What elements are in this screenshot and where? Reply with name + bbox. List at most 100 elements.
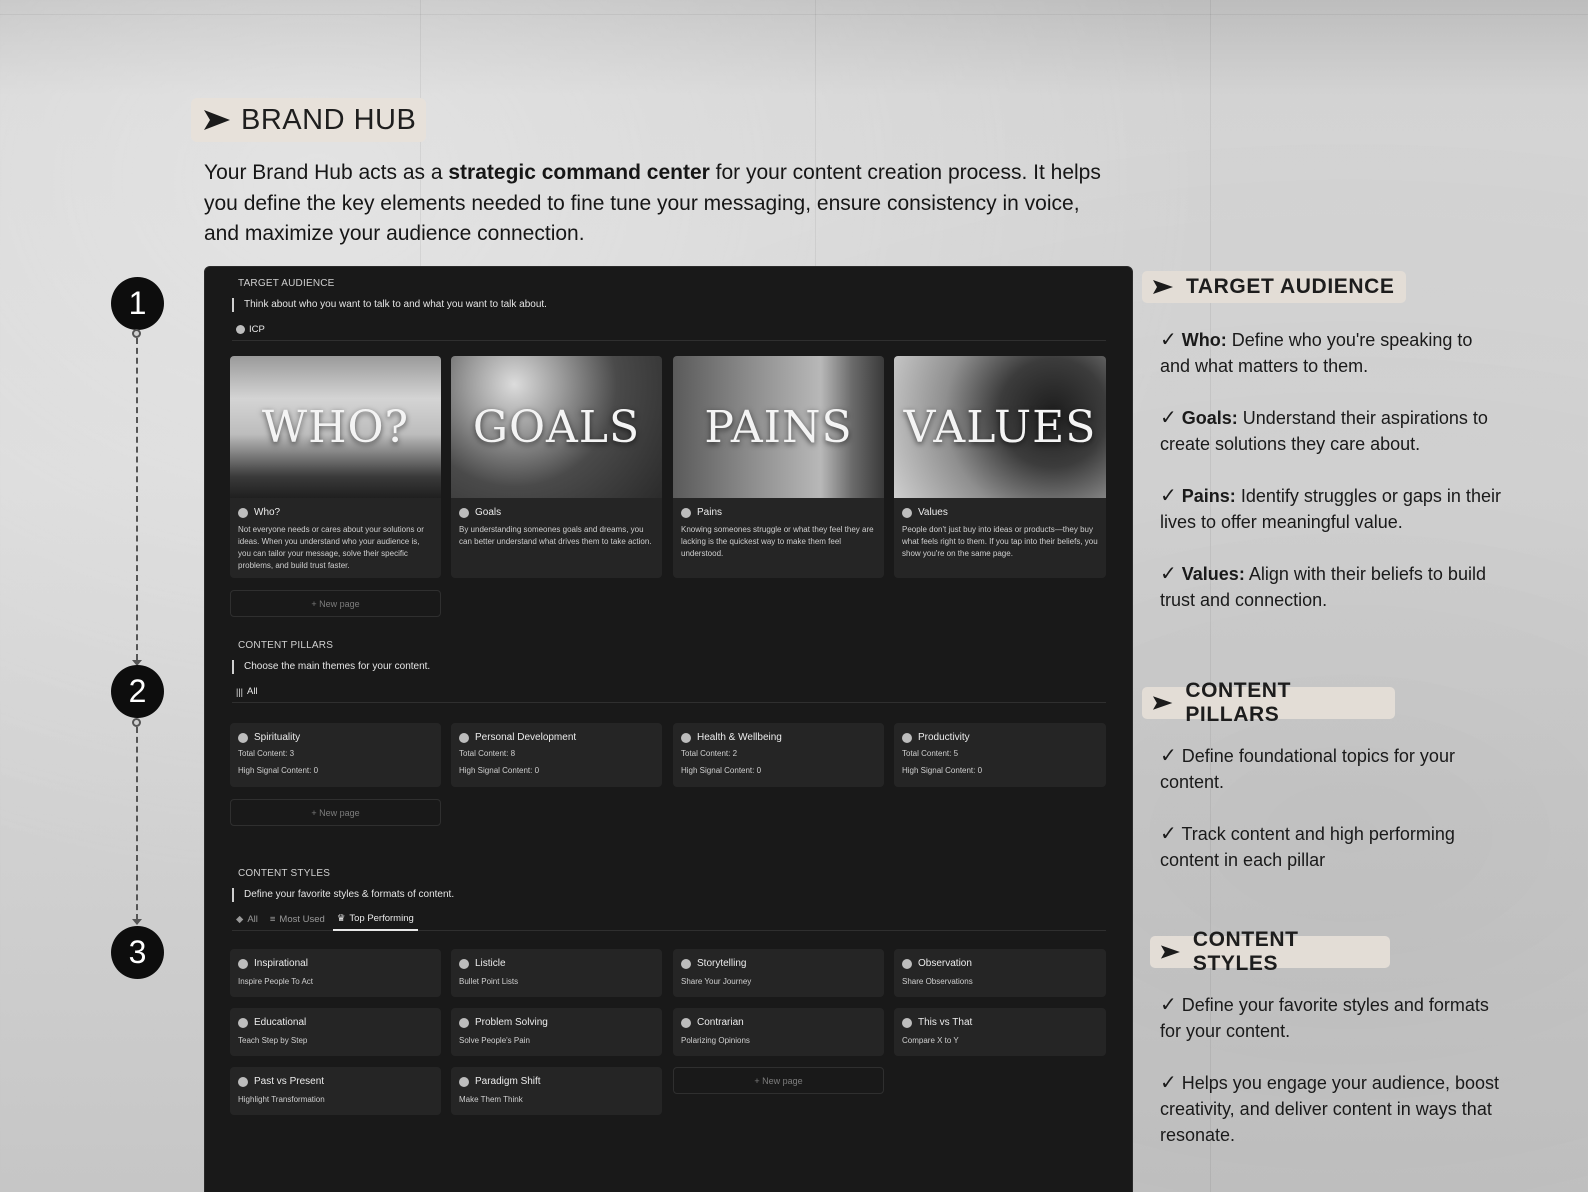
view-tab-icp[interactable]: ICP bbox=[232, 319, 269, 341]
right-item-styles-1: ✓ Define your favorite styles and format… bbox=[1160, 994, 1489, 1041]
view-row-all: ||| All bbox=[232, 681, 1106, 703]
view-tab-most-used[interactable]: ≡ Most Used bbox=[266, 909, 329, 931]
step-2-marker: 2 bbox=[111, 665, 164, 718]
card-high: High Signal Content: 0 bbox=[681, 766, 762, 775]
style-icon bbox=[238, 1017, 248, 1028]
card-title: Inspirational bbox=[230, 949, 441, 969]
card-title: Storytelling bbox=[673, 949, 884, 969]
card-title: Listicle bbox=[451, 949, 662, 969]
brand-hub-tag: BRAND HUB bbox=[191, 98, 426, 142]
right-tag-content-styles: CONTENT STYLES bbox=[1150, 928, 1390, 975]
style-card[interactable]: Listicle Bullet Point Lists bbox=[451, 949, 662, 997]
check-icon: ✓ bbox=[1160, 745, 1177, 767]
check-icon: ✓ bbox=[1160, 823, 1177, 845]
style-card[interactable]: Problem Solving Solve People's Pain bbox=[451, 1008, 662, 1056]
right-tag-target-audience: TARGET AUDIENCE bbox=[1142, 271, 1406, 303]
style-card[interactable]: Inspirational Inspire People To Act bbox=[230, 949, 441, 997]
right-item-pillars-2: ✓ Track content and high performing cont… bbox=[1160, 823, 1455, 870]
card-desc: Not everyone needs or cares about your s… bbox=[238, 525, 424, 570]
pillar-icon bbox=[902, 732, 912, 743]
new-page-button[interactable]: + New page bbox=[230, 590, 441, 617]
background-line bbox=[0, 14, 1588, 15]
style-icon bbox=[459, 1076, 469, 1087]
card-title: Contrarian bbox=[673, 1008, 884, 1028]
card-sub: Share Observations bbox=[902, 977, 973, 986]
new-page-button[interactable]: + New page bbox=[230, 799, 441, 826]
style-icon bbox=[459, 1017, 469, 1028]
timeline-dot bbox=[132, 718, 141, 727]
tag-icon: ◆ bbox=[236, 914, 244, 925]
view-tab-label: ICP bbox=[249, 324, 265, 335]
check-icon: ✓ bbox=[1160, 994, 1177, 1016]
right-item-goals: ✓ Goals: Understand their aspirations to… bbox=[1160, 407, 1488, 454]
card-pains[interactable]: PAINS Pains Knowing someones struggle or… bbox=[673, 356, 884, 578]
target-icon bbox=[236, 325, 245, 334]
page-icon bbox=[238, 507, 248, 518]
check-icon: ✓ bbox=[1160, 485, 1177, 507]
timeline-dash bbox=[136, 338, 138, 660]
check-icon: ✓ bbox=[1160, 563, 1177, 585]
pillar-card[interactable]: Personal Development Total Content: 8 Hi… bbox=[451, 723, 662, 787]
right-item-styles-2: ✓ Helps you engage your audience, boost … bbox=[1160, 1072, 1500, 1145]
card-total: Total Content: 2 bbox=[681, 749, 738, 758]
card-sub: Make Them Think bbox=[459, 1095, 523, 1104]
style-card[interactable]: Past vs Present Highlight Transformation bbox=[230, 1067, 441, 1115]
card-title: Educational bbox=[230, 1008, 441, 1028]
card-title: Paradigm Shift bbox=[451, 1067, 662, 1087]
style-card[interactable]: Observation Share Observations bbox=[894, 949, 1106, 997]
card-desc: People don't just buy into ideas or prod… bbox=[902, 525, 1098, 558]
section-label-content-styles: CONTENT STYLES bbox=[238, 868, 331, 879]
view-tab-label: All bbox=[247, 686, 258, 697]
style-card[interactable]: Educational Teach Step by Step bbox=[230, 1008, 441, 1056]
check-icon: ✓ bbox=[1160, 329, 1177, 351]
card-image-pains: PAINS bbox=[673, 356, 884, 498]
card-title: Past vs Present bbox=[230, 1067, 441, 1087]
step-3-marker: 3 bbox=[111, 926, 164, 979]
card-title: Who? bbox=[230, 498, 441, 518]
right-item-pillars-1: ✓ Define foundational topics for your co… bbox=[1160, 745, 1455, 792]
card-image-who: WHO? bbox=[230, 356, 441, 498]
view-tab-all[interactable]: ||| All bbox=[232, 681, 262, 703]
card-title: This vs That bbox=[894, 1008, 1106, 1028]
view-tab-all[interactable]: ◆ All bbox=[232, 909, 262, 931]
view-row-icp: ICP bbox=[232, 319, 1106, 341]
style-card[interactable]: Storytelling Share Your Journey bbox=[673, 949, 884, 997]
view-tab-top-performing[interactable]: ♛ Top Performing bbox=[332, 909, 418, 931]
card-image-goals: GOALS bbox=[451, 356, 662, 498]
pillar-card[interactable]: Productivity Total Content: 5 High Signa… bbox=[894, 723, 1106, 787]
quote-content-styles: Define your favorite styles & formats of… bbox=[232, 888, 454, 902]
card-title: Observation bbox=[894, 949, 1106, 969]
style-card[interactable]: Paradigm Shift Make Them Think bbox=[451, 1067, 662, 1115]
right-item-values: ✓ Values: Align with their beliefs to bu… bbox=[1160, 563, 1486, 610]
check-icon: ✓ bbox=[1160, 407, 1177, 429]
pillar-icon bbox=[681, 732, 691, 743]
card-title: Personal Development bbox=[451, 723, 662, 743]
style-icon bbox=[681, 1017, 691, 1028]
timeline-dash bbox=[136, 727, 138, 920]
new-page-button[interactable]: + New page bbox=[673, 1067, 884, 1094]
card-who[interactable]: WHO? Who? Not everyone needs or cares ab… bbox=[230, 356, 441, 578]
intro-text: Your Brand Hub acts as a strategic comma… bbox=[204, 161, 1101, 245]
card-sub: Inspire People To Act bbox=[238, 977, 314, 986]
card-title: Problem Solving bbox=[451, 1008, 662, 1028]
card-values[interactable]: VALUES Values People don't just buy into… bbox=[894, 356, 1106, 578]
pillar-card[interactable]: Spirituality Total Content: 3 High Signa… bbox=[230, 723, 441, 787]
arrow-icon bbox=[1160, 945, 1180, 959]
style-icon bbox=[681, 958, 691, 969]
style-card[interactable]: This vs That Compare X to Y bbox=[894, 1008, 1106, 1056]
card-title: Values bbox=[894, 498, 1106, 518]
style-icon bbox=[459, 958, 469, 969]
page-icon bbox=[681, 507, 691, 518]
pillar-icon bbox=[238, 732, 248, 743]
section-label-content-pillars: CONTENT PILLARS bbox=[238, 640, 334, 651]
card-sub: Polarizing Opinions bbox=[681, 1036, 750, 1045]
style-card[interactable]: Contrarian Polarizing Opinions bbox=[673, 1008, 884, 1056]
card-total: Total Content: 8 bbox=[459, 749, 516, 758]
step-1-marker: 1 bbox=[111, 277, 164, 330]
card-goals[interactable]: GOALS Goals By understanding someones go… bbox=[451, 356, 662, 578]
pillar-card[interactable]: Health & Wellbeing Total Content: 2 High… bbox=[673, 723, 884, 787]
style-icon bbox=[238, 1076, 248, 1087]
arrow-icon bbox=[204, 110, 230, 130]
timeline-dot bbox=[132, 329, 141, 338]
card-desc: Knowing someones struggle or what they f… bbox=[681, 525, 874, 558]
